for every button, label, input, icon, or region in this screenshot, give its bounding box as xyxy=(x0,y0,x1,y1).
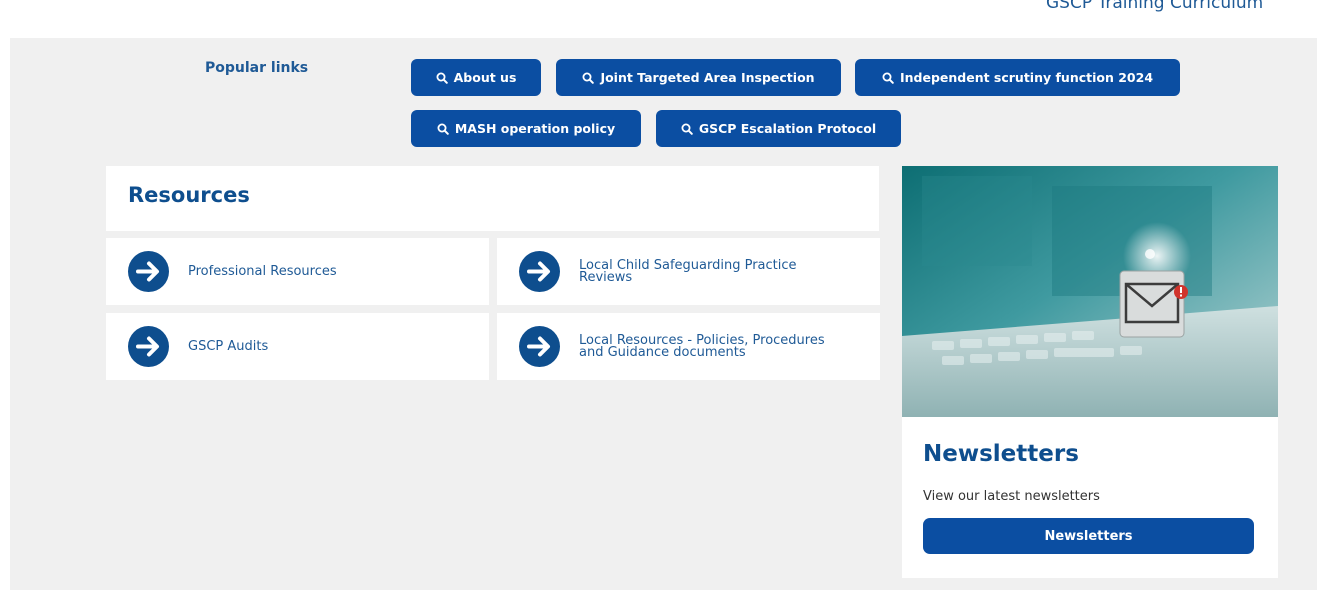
search-icon xyxy=(437,123,449,135)
resource-card-professional-resources[interactable]: Professional Resources xyxy=(106,238,489,305)
newsletter-image xyxy=(902,166,1278,417)
popular-link-mash-operation-policy[interactable]: MASH operation policy xyxy=(411,110,641,147)
newsletters-description: View our latest newsletters xyxy=(923,489,1100,504)
resource-card-label: Local Resources - Policies, Procedures a… xyxy=(579,333,825,360)
search-icon xyxy=(681,123,693,135)
popular-link-label: Joint Targeted Area Inspection xyxy=(600,70,815,85)
arrow-right-circle-icon xyxy=(519,251,560,292)
arrow-right-circle-icon xyxy=(519,326,560,367)
popular-link-about-us[interactable]: About us xyxy=(411,59,541,96)
popular-links-label: Popular links xyxy=(205,60,309,76)
training-curriculum-link[interactable]: GSCP Training Curriculum xyxy=(1046,0,1263,14)
resource-card-practice-reviews[interactable]: Local Child Safeguarding Practice Review… xyxy=(497,238,880,305)
popular-link-label: About us xyxy=(453,70,517,85)
resource-card-label: Professional Resources xyxy=(188,264,337,279)
popular-link-label: MASH operation policy xyxy=(454,121,616,136)
resource-card-label: Local Child Safeguarding Practice Review… xyxy=(579,258,797,285)
search-icon xyxy=(582,72,595,84)
resources-header: Resources xyxy=(106,166,879,231)
arrow-right-circle-icon xyxy=(128,251,169,292)
resource-card-local-resources[interactable]: Local Resources - Policies, Procedures a… xyxy=(497,313,880,380)
newsletters-card: Newsletters View our latest newsletters … xyxy=(902,166,1278,578)
newsletters-title: Newsletters xyxy=(923,441,1079,467)
popular-link-independent-scrutiny[interactable]: Independent scrutiny function 2024 xyxy=(855,59,1180,96)
resources-title: Resources xyxy=(128,183,250,207)
search-icon xyxy=(436,72,448,84)
newsletters-button[interactable]: Newsletters xyxy=(923,518,1254,554)
resource-card-label: GSCP Audits xyxy=(188,339,269,354)
resource-card-gscp-audits[interactable]: GSCP Audits xyxy=(106,313,489,380)
popular-link-label: GSCP Escalation Protocol xyxy=(698,121,877,136)
popular-link-label: Independent scrutiny function 2024 xyxy=(899,70,1154,85)
arrow-right-circle-icon xyxy=(128,326,169,367)
popular-link-joint-targeted-area-inspection[interactable]: Joint Targeted Area Inspection xyxy=(556,59,841,96)
popular-link-gscp-escalation-protocol[interactable]: GSCP Escalation Protocol xyxy=(656,110,901,147)
search-icon xyxy=(882,72,894,84)
